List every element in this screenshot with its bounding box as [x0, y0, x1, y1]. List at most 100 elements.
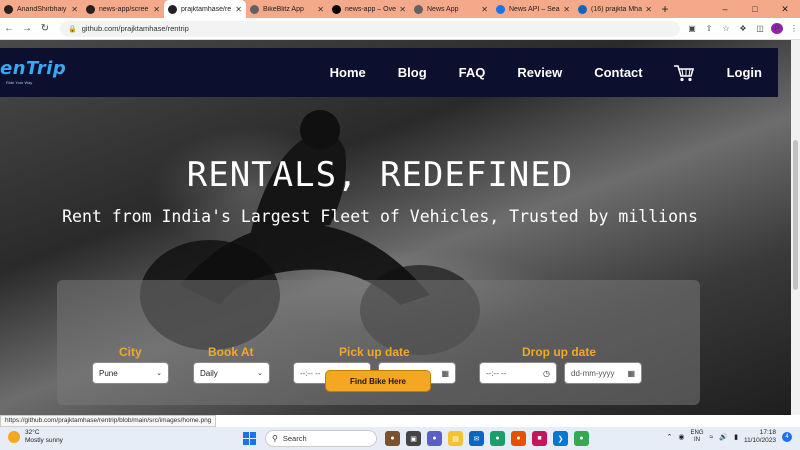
- nav-faq[interactable]: FAQ: [459, 65, 486, 80]
- tray-app-icon[interactable]: ◉: [678, 433, 684, 441]
- temperature: 32°C: [25, 429, 40, 436]
- browser-tab[interactable]: news-app – Ove ✕: [328, 0, 410, 18]
- tray-chevron-icon[interactable]: ⌃: [667, 433, 673, 441]
- wifi-icon[interactable]: ≈: [710, 434, 714, 441]
- taskbar-apps: ● ▣ ● ▤ ✉ ● ● ■ ❯ ●: [385, 431, 589, 446]
- mail-icon[interactable]: ✉: [469, 431, 484, 446]
- dropoff-date-input[interactable]: dd-mm-yyyy ▦: [564, 362, 642, 384]
- share-icon[interactable]: ⇧: [703, 24, 715, 33]
- tab-close-icon[interactable]: ✕: [481, 5, 488, 14]
- firefox-icon[interactable]: ●: [511, 431, 526, 446]
- screenshot-icon[interactable]: ▣: [686, 24, 698, 33]
- widgets-icon[interactable]: ●: [385, 431, 400, 446]
- star-icon[interactable]: ☆: [720, 24, 732, 33]
- calendar-icon: ▦: [627, 368, 635, 378]
- volume-icon[interactable]: 🔊: [719, 433, 728, 441]
- city-select[interactable]: Pune ⌄: [92, 362, 169, 384]
- tab-close-icon[interactable]: ✕: [71, 5, 78, 14]
- nav-blog[interactable]: Blog: [398, 65, 427, 80]
- language-indicator[interactable]: ENG IN: [691, 430, 704, 444]
- taskbar-search[interactable]: ⚲ Search: [265, 430, 377, 447]
- github-icon: [86, 4, 95, 14]
- close-icon[interactable]: ✕: [770, 0, 800, 18]
- status-url: https://github.com/prajktamhase/rentrip/…: [0, 415, 217, 427]
- dropoff-date-placeholder: dd-mm-yyyy: [571, 368, 615, 378]
- url-input[interactable]: 🔒 github.com/prajktamhase/rentrip: [60, 20, 680, 37]
- clock[interactable]: 17:18 11/10/2023: [744, 429, 776, 445]
- scrollbar-thumb[interactable]: [793, 140, 798, 290]
- browser-tab[interactable]: BikeBlitz App ✕: [246, 0, 328, 18]
- news-icon: [496, 4, 505, 14]
- url-text: github.com/prajktamhase/rentrip: [81, 24, 189, 33]
- pickup-label: Pick up date: [339, 345, 410, 359]
- dropoff-time-placeholder: --:-- --: [486, 368, 507, 378]
- dropoff-label: Drop up date: [522, 345, 596, 359]
- menu-icon[interactable]: ⋮: [788, 24, 800, 33]
- taskbar-search-label: Search: [282, 434, 307, 443]
- tab-close-icon[interactable]: ✕: [563, 5, 570, 14]
- tab-close-icon[interactable]: ✕: [153, 5, 160, 14]
- browser-tab[interactable]: News App ✕: [410, 0, 492, 18]
- globe-icon: [414, 4, 423, 14]
- book-at-select[interactable]: Daily ⌄: [193, 362, 270, 384]
- book-at-value: Daily: [200, 368, 218, 378]
- forward-icon[interactable]: →: [18, 23, 36, 34]
- nav-home[interactable]: Home: [330, 65, 366, 80]
- browser-tab[interactable]: news-app/scree ✕: [82, 0, 164, 18]
- profile-avatar[interactable]: P: [771, 23, 783, 34]
- clock-time: 17:18: [759, 429, 776, 436]
- browser-tab-label: prajktamhase/re: [181, 5, 232, 13]
- vscode-icon[interactable]: ❯: [553, 431, 568, 446]
- browser-tab[interactable]: AnandShirbhaiy ✕: [0, 0, 82, 18]
- hero-subtitle: Rent from India's Largest Fleet of Vehic…: [62, 207, 698, 226]
- chevron-down-icon: ⌄: [156, 370, 162, 377]
- weather-widget[interactable]: 32°C Mostly sunny: [8, 429, 63, 445]
- tab-close-icon[interactable]: ✕: [645, 5, 652, 14]
- site-navbar: enTrip Ride Your Way Home Blog FAQ Revie…: [0, 48, 778, 97]
- extensions-icon[interactable]: ❖: [737, 24, 749, 33]
- cart-icon[interactable]: [673, 64, 695, 82]
- new-tab-icon[interactable]: +: [656, 0, 674, 18]
- tab-close-icon[interactable]: ✕: [235, 5, 242, 14]
- city-value: Pune: [99, 368, 118, 378]
- chrome-icon[interactable]: ●: [574, 431, 589, 446]
- nav-contact[interactable]: Contact: [594, 65, 642, 80]
- browser-tab[interactable]: prajktamhase/re ✕: [164, 0, 246, 18]
- page-scrollbar[interactable]: [791, 40, 800, 415]
- browser-tab[interactable]: News API – Sear ✕: [492, 0, 574, 18]
- book-at-label: Book At: [208, 345, 254, 359]
- task-view-icon[interactable]: ▣: [406, 431, 421, 446]
- nav-login[interactable]: Login: [727, 65, 762, 80]
- browser-tab-label: news-app/scree: [99, 5, 149, 13]
- notification-icon[interactable]: 4: [782, 432, 792, 442]
- teams-icon[interactable]: ●: [427, 431, 442, 446]
- maximize-icon[interactable]: □: [740, 0, 770, 18]
- lock-icon: 🔒: [68, 25, 77, 33]
- region-code: IN: [694, 437, 700, 443]
- windows-start-icon[interactable]: [243, 432, 256, 445]
- reload-icon[interactable]: ↻: [36, 23, 54, 34]
- edge-icon[interactable]: ●: [490, 431, 505, 446]
- dropoff-time-input[interactable]: --:-- -- ◷: [479, 362, 557, 384]
- battery-icon[interactable]: ▮: [734, 433, 738, 441]
- city-label: City: [119, 345, 142, 359]
- file-explorer-icon[interactable]: ▤: [448, 431, 463, 446]
- nav-links: Home Blog FAQ Review Contact Login: [298, 48, 762, 97]
- tab-close-icon[interactable]: ✕: [399, 5, 406, 14]
- sidepanel-icon[interactable]: ◫: [754, 24, 766, 33]
- browser-tab-label: BikeBlitz App: [263, 5, 304, 13]
- clock-icon: ◷: [543, 368, 550, 378]
- find-bike-button[interactable]: Find Bike Here: [325, 370, 431, 392]
- browser-tab-label: AnandShirbhaiy: [17, 5, 67, 13]
- linkedin-icon: [578, 4, 587, 14]
- back-icon[interactable]: ←: [0, 23, 18, 34]
- nav-review[interactable]: Review: [517, 65, 562, 80]
- browser-tab-strip: AnandShirbhaiy ✕ news-app/scree ✕ prajktamha…: [0, 0, 800, 18]
- chevron-down-icon: ⌄: [257, 370, 263, 377]
- site-logo[interactable]: enTrip: [0, 58, 66, 79]
- minimize-icon[interactable]: –: [710, 0, 740, 18]
- browser-tab[interactable]: (16) prajkta Mha ✕: [574, 0, 656, 18]
- tab-close-icon[interactable]: ✕: [317, 5, 324, 14]
- windows-taskbar: 32°C Mostly sunny ⚲ Search ● ▣ ● ▤ ✉ ● ●…: [0, 427, 800, 450]
- store-icon[interactable]: ■: [532, 431, 547, 446]
